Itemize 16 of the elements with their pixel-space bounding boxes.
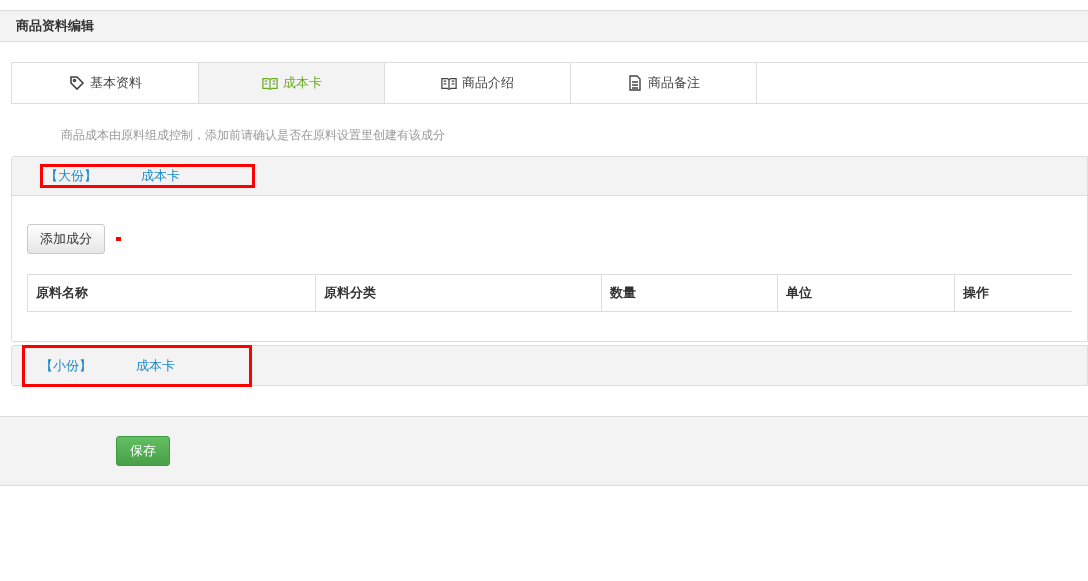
column-header: 数量 [601, 275, 777, 311]
panel-title: 成本卡 [136, 356, 175, 375]
book-icon [261, 75, 278, 91]
column-header: 单位 [777, 275, 954, 311]
document-icon [627, 75, 643, 91]
column-header: 原料名称 [35, 284, 89, 303]
size-label: 【小份】 [40, 356, 92, 375]
add-ingredient-button[interactable]: 添加成分 [27, 224, 105, 254]
hint-text: 商品成本由原料组成控制，添加前请确认是否在原料设置里创建有该成分 [61, 127, 446, 144]
panel-title: 成本卡 [141, 167, 180, 186]
size-label: 【大份】 [45, 167, 97, 186]
tag-icon [68, 75, 85, 91]
column-header: 原料分类 [315, 275, 601, 311]
book-icon [441, 75, 457, 91]
column-header: 操作 [954, 275, 1072, 311]
page-title: 商品资料编辑 [16, 17, 94, 36]
